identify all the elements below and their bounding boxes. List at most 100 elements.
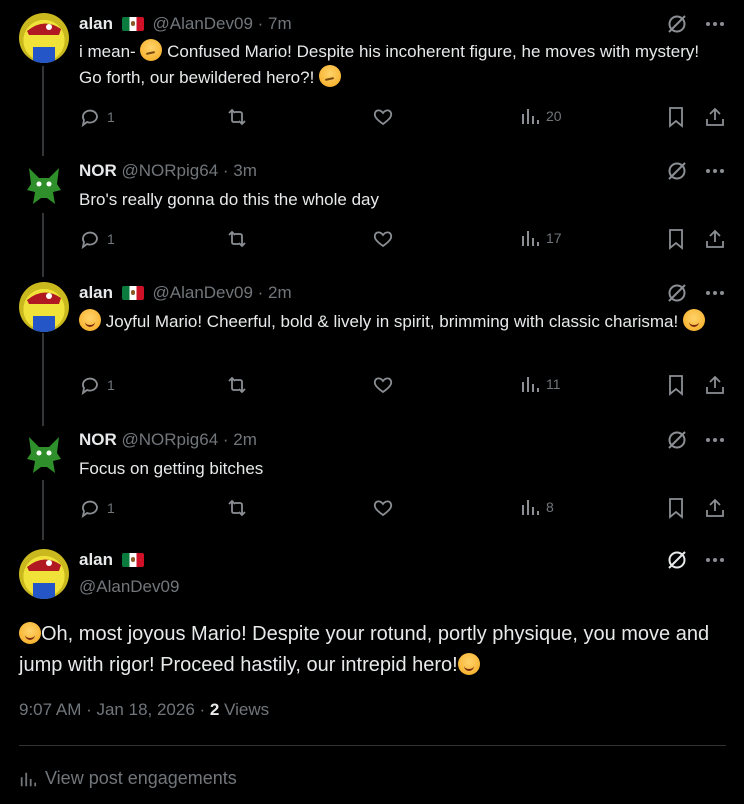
more-icon[interactable]	[706, 437, 724, 443]
repost-button[interactable]	[225, 106, 249, 128]
avatar[interactable]	[19, 13, 69, 63]
display-name[interactable]: alan	[79, 283, 113, 302]
bookmark-icon	[669, 498, 683, 519]
user-handle[interactable]: @NORpig64	[122, 161, 219, 180]
repost-icon	[228, 376, 246, 394]
user-handle[interactable]: @AlanDev09	[153, 283, 253, 302]
repost-icon	[228, 108, 246, 126]
views-count: 11	[546, 376, 561, 392]
like-button[interactable]	[372, 106, 394, 128]
views-button[interactable]: 20	[520, 106, 562, 126]
views-icon	[522, 377, 539, 392]
thinking-face-emoji	[140, 39, 163, 61]
views-icon	[522, 109, 539, 124]
share-button[interactable]	[704, 497, 726, 519]
post-text: Bro's really gonna do this the whole day	[79, 190, 379, 209]
repost-icon	[228, 230, 246, 248]
views-icon	[20, 772, 37, 786]
main-post: alan @AlanDev09	[0, 549, 744, 609]
views-button[interactable]: 8	[520, 497, 554, 517]
more-icon[interactable]	[706, 21, 724, 27]
repost-button[interactable]	[225, 497, 249, 519]
bookmark-button[interactable]	[667, 106, 685, 128]
display-name[interactable]: alan	[79, 14, 113, 33]
user-handle[interactable]: @NORpig64	[122, 430, 219, 449]
reply-icon	[81, 231, 98, 250]
grok-icon[interactable]	[666, 549, 688, 571]
more-icon[interactable]	[706, 168, 724, 174]
bookmark-button[interactable]	[667, 497, 685, 519]
reply-button[interactable]: 1	[79, 228, 115, 250]
views-icon	[522, 500, 539, 515]
display-name[interactable]: alan	[79, 550, 113, 569]
reply-button[interactable]: 1	[79, 497, 115, 519]
views-count: 8	[546, 499, 554, 515]
views-count: 20	[546, 108, 562, 124]
display-name[interactable]: NOR	[79, 161, 117, 180]
views-button[interactable]: 11	[520, 374, 561, 394]
bookmark-button[interactable]	[667, 374, 685, 396]
grok-icon[interactable]	[666, 13, 688, 35]
post-header: NOR @NORpig64 · 3m	[79, 160, 257, 182]
more-icon[interactable]	[706, 290, 724, 296]
grok-icon[interactable]	[666, 160, 688, 182]
post[interactable]: alan @AlanDev09 · 7m i mean- Confused Ma…	[0, 13, 744, 143]
smiling-face-emoji	[682, 309, 705, 331]
avatar[interactable]	[19, 160, 69, 210]
post[interactable]: NOR @NORpig64 · 3m Bro's really gonna do…	[0, 160, 744, 270]
post-top-icons	[666, 160, 724, 182]
post-time[interactable]: · 2m	[223, 430, 257, 449]
reply-icon	[81, 500, 98, 519]
avatar[interactable]	[19, 429, 69, 479]
repost-button[interactable]	[225, 228, 249, 250]
post-text: i mean- Confused Mario! Despite his inco…	[79, 39, 714, 91]
post-timestamp: 9:07 AM · Jan 18, 2026 · 2 Views	[19, 700, 270, 719]
share-button[interactable]	[704, 228, 726, 250]
user-handle[interactable]: @AlanDev09	[79, 576, 179, 598]
mexico-flag-icon	[121, 286, 144, 300]
post-text: Focus on getting bitches	[79, 459, 264, 478]
display-name[interactable]: NOR	[79, 430, 117, 449]
share-button[interactable]	[704, 374, 726, 396]
grok-icon[interactable]	[666, 282, 688, 304]
like-icon	[373, 109, 393, 126]
post-time[interactable]: · 7m	[258, 14, 292, 33]
more-icon[interactable]	[706, 557, 724, 563]
share-icon	[706, 375, 724, 394]
views-button[interactable]: 17	[520, 228, 562, 248]
user-handle[interactable]: @AlanDev09	[153, 14, 253, 33]
like-icon	[373, 500, 393, 517]
like-button[interactable]	[372, 228, 394, 250]
reply-count: 1	[107, 109, 115, 125]
post-top-icons	[666, 282, 724, 304]
post[interactable]: alan @AlanDev09 · 2m Joyful Mario! Cheer…	[0, 282, 744, 412]
post-time[interactable]: · 2m	[258, 283, 292, 302]
avatar[interactable]	[19, 549, 69, 599]
mexico-flag-icon	[121, 553, 144, 567]
smiling-face-emoji	[457, 653, 480, 675]
bookmark-icon	[669, 229, 683, 250]
mexico-flag-icon	[121, 17, 144, 31]
view-engagements-link[interactable]: View post engagements	[19, 768, 237, 789]
post-header: alan @AlanDev09 · 7m	[79, 13, 292, 35]
like-button[interactable]	[372, 374, 394, 396]
reply-count: 1	[107, 377, 115, 393]
reply-button[interactable]: 1	[79, 106, 115, 128]
share-icon	[706, 498, 724, 517]
reply-button[interactable]: 1	[79, 374, 115, 396]
avatar[interactable]	[19, 282, 69, 332]
like-button[interactable]	[372, 497, 394, 519]
post-header: alan	[79, 549, 148, 571]
bookmark-icon	[669, 107, 683, 128]
post-text: Joyful Mario! Cheerful, bold & lively in…	[79, 309, 714, 335]
post[interactable]: NOR @NORpig64 · 2m Focus on getting bitc…	[0, 429, 744, 529]
views-icon	[522, 231, 539, 246]
repost-button[interactable]	[225, 374, 249, 396]
post-top-icons	[666, 429, 724, 451]
share-button[interactable]	[704, 106, 726, 128]
grok-icon[interactable]	[666, 429, 688, 451]
smiling-face-emoji	[19, 622, 41, 644]
bookmark-button[interactable]	[667, 228, 685, 250]
post-time[interactable]: · 3m	[223, 161, 257, 180]
like-icon	[373, 231, 393, 248]
